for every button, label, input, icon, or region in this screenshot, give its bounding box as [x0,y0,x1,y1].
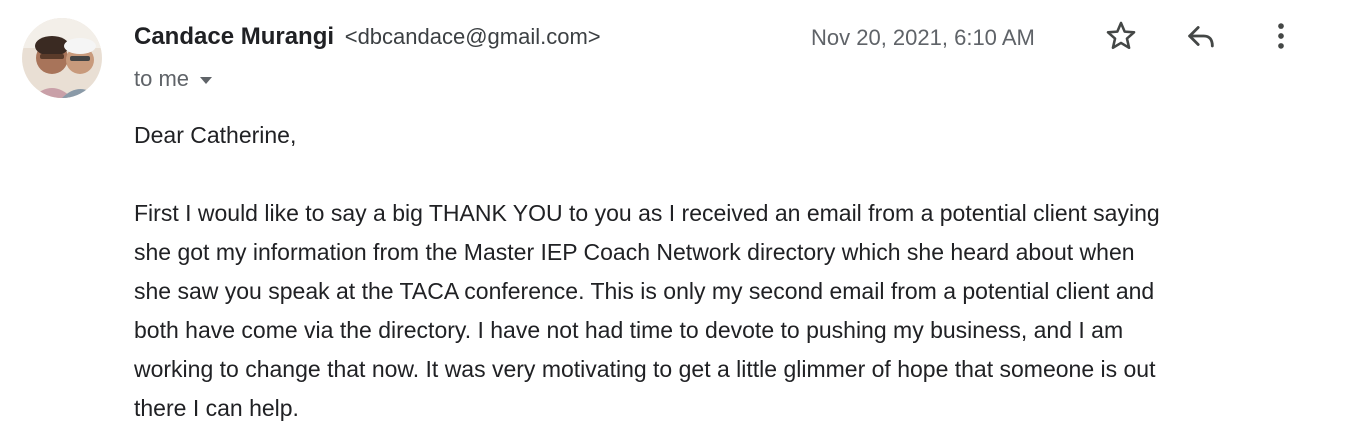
message-date: Nov 20, 2021, 6:10 AM [811,25,1035,50]
body-line: there I can help. [134,395,299,421]
sender-email: <dbcandace@gmail.com> [344,24,601,49]
recipient-label: to me [134,66,190,91]
body-line: both have come via the directory. I have… [134,317,1124,343]
sender-line: Candace Murangi <dbcandace@gmail.com> [134,23,601,51]
body-paragraph: First I would like to say a big THANK YO… [134,194,1324,428]
reply-icon [1184,19,1218,58]
avatar[interactable] [22,18,102,98]
body-line: First I would like to say a big THANK YO… [134,200,1160,226]
star-icon [1104,19,1138,58]
more-options-button[interactable] [1261,18,1301,58]
body-line: she saw you speak at the TACA conference… [134,278,1155,304]
body-line: she got my information from the Master I… [134,239,1135,265]
greeting: Dear Catherine, [134,122,297,148]
message-body: Dear Catherine, First I would like to sa… [134,116,1324,428]
sender-name[interactable]: Candace Murangi [134,23,334,50]
caret-down-icon[interactable] [199,66,213,92]
reply-button[interactable] [1181,18,1221,58]
star-button[interactable] [1101,18,1141,58]
body-line: working to change that now. It was very … [134,356,1156,382]
recipient-details-toggle[interactable]: to me [134,66,213,92]
more-vert-icon [1264,19,1298,58]
